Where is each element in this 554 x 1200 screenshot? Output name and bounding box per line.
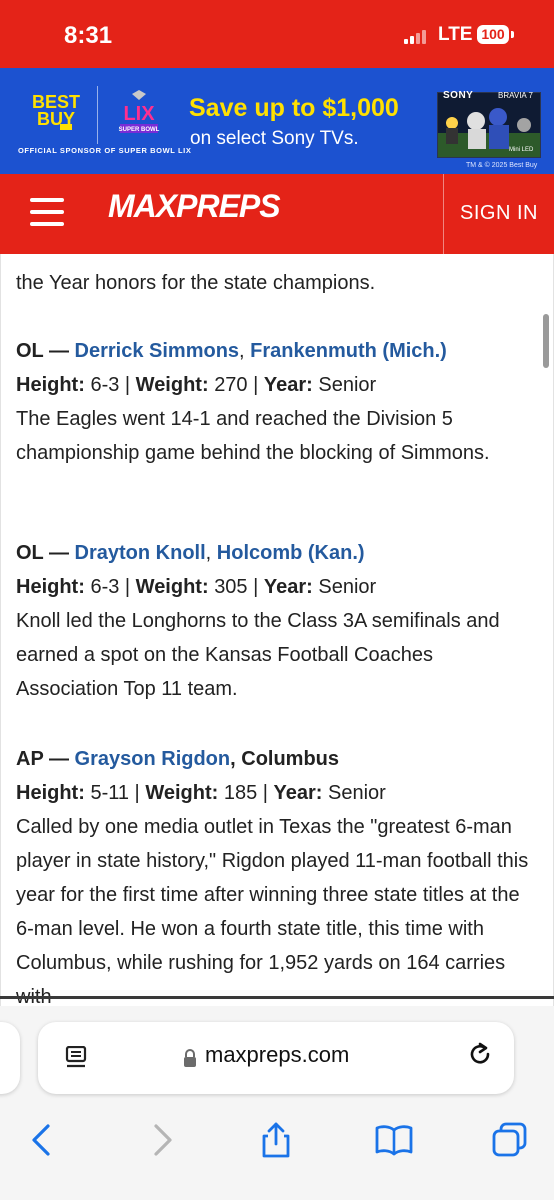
lock-icon [184,1049,196,1067]
year-label: Year: [263,374,313,396]
maxpreps-logo[interactable]: MAXPREPS [108,188,281,225]
weight-value: 270 [214,374,248,396]
ad-divider [97,86,98,144]
position-label: AP — [16,748,69,770]
weight-value: 305 [214,576,248,598]
address-bar-area: maxpreps.com [0,1006,554,1102]
mini-led-badge: Mini LED [509,147,534,153]
player-stats: Height: 6-3 | Weight: 305 | Year: Senior [16,570,536,604]
height-label: Height: [16,374,85,396]
player-heading: OL — Drayton Knoll, Holcomb (Kan.) [16,536,536,570]
weight-label: Weight: [145,782,219,804]
stat-separator: | [247,576,264,598]
ad-subline: on select Sony TVs. [190,128,359,149]
stat-separator: | [119,576,136,598]
height-value: 6-3 [90,576,120,598]
scrollbar[interactable] [543,314,549,368]
player-entry: OL — Drayton Knoll, Holcomb (Kan.) Heigh… [16,536,536,706]
player-link[interactable]: Drayton Knoll [75,542,206,564]
comma: , [205,542,212,564]
bestbuy-logo: BEST BUY [31,92,80,129]
year-label: Year: [263,576,313,598]
forward-icon[interactable] [142,1122,182,1158]
bookmarks-icon[interactable] [374,1122,414,1158]
height-label: Height: [16,782,85,804]
stat-separator: | [119,374,136,396]
previous-tab-pill[interactable] [0,1022,20,1094]
player-blurb: Called by one media outlet in Texas the … [16,816,529,1006]
stat-separator: | [247,374,264,396]
height-value: 6-3 [90,374,120,396]
player-entry: OL — Derrick Simmons, Frankenmuth (Mich.… [16,334,536,470]
school-link[interactable]: Holcomb (Kan.) [217,542,365,564]
reload-icon[interactable] [468,1042,494,1070]
back-icon[interactable] [22,1122,62,1158]
sign-in-button[interactable]: SIGN IN [460,202,538,225]
height-value: 5-11 [90,782,129,804]
reader-icon[interactable] [64,1046,90,1068]
site-header: MAXPREPS SIGN IN [0,174,554,254]
weight-value: 185 [223,782,258,804]
lix-text: LIX [123,103,155,125]
player-stats: Height: 6-3 | Weight: 270 | Year: Senior [16,368,536,402]
battery-icon: 100 [477,25,509,44]
sony-logo: SONY [443,90,474,101]
article-content: the Year honors for the state champions.… [0,254,554,1006]
player-heading: AP — Grayson Rigdon, Columbus [16,742,536,776]
school-name: Columbus [241,748,340,770]
content-edge [0,254,1,1006]
bestbuy-tag-icon [60,124,72,130]
ad-banner[interactable]: BEST BUY LIX SUPER BOWL OFFICIAL SPONSOR… [0,68,554,174]
comma: , [230,748,236,770]
school-link[interactable]: Frankenmuth (Mich.) [250,340,447,362]
comma: , [239,340,245,362]
tabs-icon[interactable] [490,1122,530,1158]
stat-separator: | [257,782,274,804]
weight-label: Weight: [135,576,209,598]
hamburger-menu-icon[interactable] [30,198,64,228]
nav-divider [443,174,444,254]
year-value: Senior [318,576,377,598]
bravia-label: BRAVIA 7 [498,91,533,100]
article-fragment: the Year honors for the state champions. [16,272,376,294]
player-heading: OL — Derrick Simmons, Frankenmuth (Mich.… [16,334,536,368]
status-time: 8:31 [64,22,113,49]
status-bar: 8:31 LTE 100 [0,0,554,68]
browser-toolbar [0,1102,554,1200]
player-link[interactable]: Grayson Rigdon [75,748,231,770]
year-label: Year: [273,782,323,804]
player-blurb: Knoll led the Longhorns to the Class 3A … [16,610,500,700]
player-link[interactable]: Derrick Simmons [75,340,240,362]
ad-headline: Save up to $1,000 [189,94,399,122]
position-label: OL — [16,542,69,564]
signal-icon [404,28,430,44]
year-value: Senior [328,782,386,804]
player-entry: AP — Grayson Rigdon, Columbus Height: 5-… [16,742,536,1006]
position-label: OL — [16,340,69,362]
super-bowl-text: SUPER BOWL [119,127,160,133]
height-label: Height: [16,576,85,598]
network-type: LTE [438,24,473,45]
battery-tip [511,31,514,38]
ad-copyright: TM & © 2025 Best Buy [466,162,538,169]
player-stats: Height: 5-11 | Weight: 185 | Year: Senio… [16,776,536,810]
ad-sponsor-line: OFFICIAL SPONSOR OF SUPER BOWL LIX [18,146,192,155]
year-value: Senior [318,374,377,396]
page-bottom-rule [0,996,554,999]
super-bowl-logo: LIX SUPER BOWL [119,90,160,133]
player-blurb: The Eagles went 14-1 and reached the Div… [16,408,490,464]
weight-label: Weight: [135,374,209,396]
url-domain[interactable]: maxpreps.com [205,1042,349,1068]
stat-separator: | [129,782,146,804]
share-icon[interactable] [256,1122,296,1158]
